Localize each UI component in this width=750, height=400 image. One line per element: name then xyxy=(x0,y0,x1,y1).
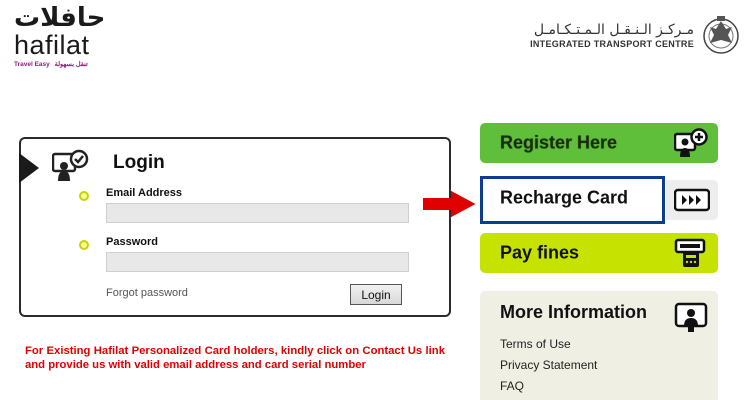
password-label: Password xyxy=(106,236,158,248)
terms-of-use-link[interactable]: Terms of Use xyxy=(500,337,571,351)
register-label: Register Here xyxy=(500,132,618,153)
itc-text: مـركـز الـنـقـل الـمـتـكـامـل INTEGRATED… xyxy=(530,21,694,49)
user-screen-icon xyxy=(674,302,708,332)
itc-logo[interactable]: مـركـز الـنـقـل الـمـتـكـامـل INTEGRATED… xyxy=(530,10,740,60)
hafilat-login-page: حافلات hafilat Travel Easy تنقل بسهولة م… xyxy=(0,0,750,400)
brand-arabic: حافلات xyxy=(14,3,106,33)
user-check-icon xyxy=(52,149,89,181)
tagline-arabic: تنقل بسهولة xyxy=(54,61,88,68)
login-title: Login xyxy=(113,152,165,173)
hafilat-logo[interactable]: حافلات hafilat Travel Easy تنقل بسهولة xyxy=(14,4,124,76)
faq-link[interactable]: FAQ xyxy=(500,379,524,393)
login-panel-pointer-icon xyxy=(19,153,39,183)
payfines-label: Pay fines xyxy=(500,242,580,263)
recharge-icon-tab[interactable] xyxy=(666,180,718,220)
more-information-panel: More Information Terms of Use Privacy St… xyxy=(480,291,718,400)
red-pointer-arrow-icon xyxy=(423,189,479,219)
email-label: Email Address xyxy=(106,187,183,199)
password-input[interactable] xyxy=(106,252,409,272)
privacy-statement-link[interactable]: Privacy Statement xyxy=(500,358,597,372)
forgot-password-link[interactable]: Forgot password xyxy=(106,287,188,299)
register-here-button[interactable]: Register Here xyxy=(480,123,718,163)
card-holder-notice: For Existing Hafilat Personalized Card h… xyxy=(25,345,445,371)
itc-name-arabic: مـركـز الـنـقـل الـمـتـكـامـل xyxy=(533,22,694,38)
card-terminal-icon xyxy=(674,238,706,267)
email-bullet-icon xyxy=(79,191,89,201)
tagline-latin: Travel Easy xyxy=(14,61,50,68)
itc-name-english: INTEGRATED TRANSPORT CENTRE xyxy=(530,39,694,49)
falcon-emblem-icon xyxy=(703,16,739,54)
pay-fines-button[interactable]: Pay fines xyxy=(480,233,718,273)
card-forward-icon xyxy=(674,188,710,212)
recharge-highlight-frame xyxy=(480,176,665,224)
user-plus-icon xyxy=(674,128,708,157)
brand-latin: hafilat xyxy=(14,30,90,60)
email-input[interactable] xyxy=(106,203,409,223)
brand-tagline: Travel Easy تنقل بسهولة xyxy=(14,60,124,68)
more-info-title: More Information xyxy=(500,302,647,322)
login-button[interactable]: Login xyxy=(350,284,402,305)
password-bullet-icon xyxy=(79,240,89,250)
